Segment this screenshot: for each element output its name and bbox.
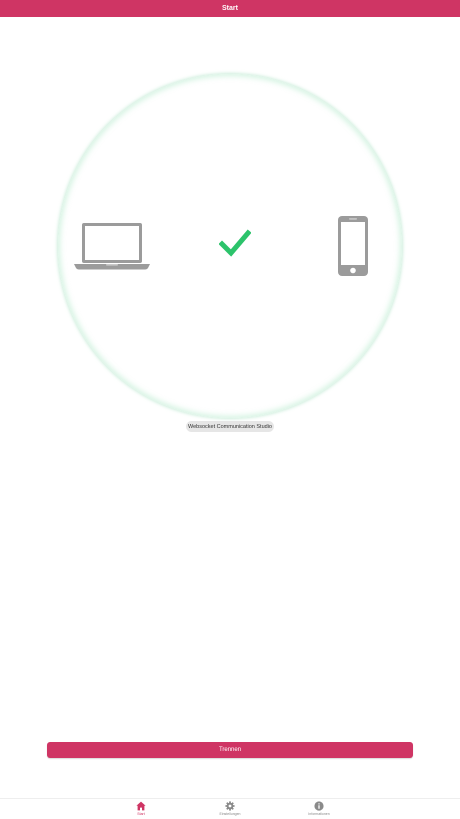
gear-icon	[225, 801, 235, 811]
tab-settings[interactable]: Einstellungen	[200, 801, 260, 819]
device-name-badge: Websocket Communication Studio	[186, 421, 274, 432]
info-icon	[314, 801, 324, 811]
checkmark-icon	[219, 229, 251, 257]
page-title: Start	[222, 5, 238, 12]
disconnect-button[interactable]: Trennen	[47, 742, 413, 758]
tab-start-label: Start	[137, 812, 145, 816]
app-header: Start	[0, 0, 460, 17]
bottom-tab-bar: Start Einstellungen Informationen	[0, 798, 460, 819]
tab-start[interactable]: Start	[111, 801, 171, 819]
home-icon	[136, 801, 146, 811]
tab-settings-label: Einstellungen	[219, 812, 241, 816]
smartphone-icon	[338, 216, 368, 276]
disconnect-button-label: Trennen	[218, 747, 242, 753]
tab-info-label: Informationen	[308, 812, 330, 816]
laptop-icon	[74, 223, 150, 270]
device-name-label: Websocket Communication Studio	[188, 423, 272, 430]
tab-info[interactable]: Informationen	[289, 801, 349, 819]
